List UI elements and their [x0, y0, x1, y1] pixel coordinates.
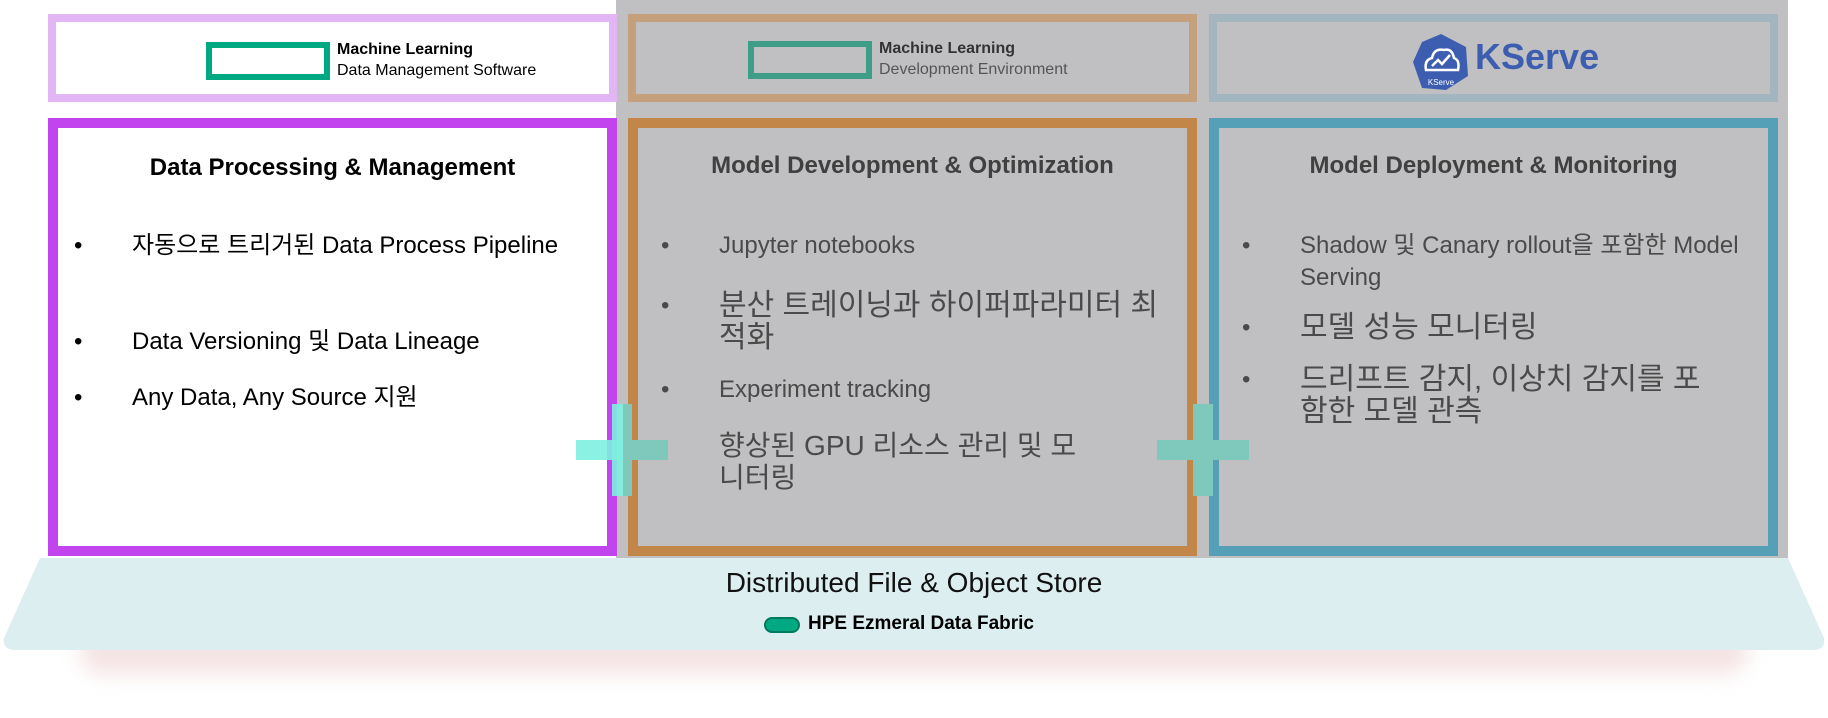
list-item: • 모델 성능 모니터링: [1242, 311, 1740, 344]
list-item: • Jupyter notebooks: [661, 230, 1159, 262]
kserve-logo-box: KServe KServe: [1209, 14, 1778, 102]
list-item: • Any Data, Any Source 지원: [74, 382, 572, 414]
list-item-text: 분산 트레이닝과 하이퍼파라미터 최적화: [719, 289, 1159, 354]
list-item: • 분산 트레이닝과 하이퍼파라미터 최적화: [661, 289, 1179, 354]
mldm-logo-box: Machine Learning Data Management Softwar…: [48, 14, 617, 102]
bullet-icon: •: [1242, 314, 1251, 341]
feature-list: • Shadow 및 Canary rollout을 포함한 Model Serv…: [1219, 128, 1768, 546]
plus-connector-icon: [1157, 404, 1249, 496]
panel-model-deployment: Model Deployment & Monitoring • Shadow 및 …: [1209, 118, 1778, 556]
hpe-ezmeral-icon: [764, 617, 800, 633]
bullet-icon: •: [1242, 366, 1251, 393]
list-item-text: 모델 성능 모니터링: [1300, 311, 1538, 344]
bullet-icon: •: [661, 376, 670, 403]
panel-data-processing: Data Processing & Management • 자동으로 트리거된 …: [48, 118, 617, 556]
bullet-icon: •: [74, 328, 83, 355]
bullet-icon: •: [74, 384, 83, 411]
kserve-logo-name: KServe: [1475, 36, 1600, 77]
kserve-cloud-icon: KServe: [1413, 34, 1468, 90]
mlde-logo-subtitle: Development Environment: [879, 61, 1068, 78]
list-item-text: Jupyter notebooks: [719, 232, 916, 259]
kserve-badge-text: KServe: [1428, 78, 1455, 87]
list-item-text: 향상된 GPU 리소스 관리 및 모니터링: [719, 430, 1077, 493]
list-item: • Shadow 및 Canary rollout을 포함한 Model Serv…: [1242, 230, 1750, 294]
bullet-icon: •: [661, 232, 670, 259]
list-item: • Experiment tracking: [661, 374, 1159, 406]
list-item-text: Shadow 및 Canary rollout을 포함한 Model Servi…: [1300, 232, 1739, 291]
mldm-logo-title: Machine Learning: [337, 41, 474, 58]
fabric-label: HPE Ezmeral Data Fabric: [808, 613, 1034, 634]
bullet-icon: •: [74, 232, 83, 259]
hpe-logo-icon: [748, 41, 872, 79]
panel-model-development: Model Development & Optimization • Jupyte…: [628, 118, 1197, 556]
mlde-logo-box: Machine Learning Development Environment: [628, 14, 1197, 102]
list-item: 향상된 GPU 리소스 관리 및 모니터링: [719, 430, 1099, 494]
list-item-text: Any Data, Any Source 지원: [132, 384, 418, 411]
list-item-text: 자동으로 트리거된 Data Process Pipeline: [132, 232, 559, 259]
feature-list: • Jupyter notebooks • 분산 트레이닝과 하이퍼파라미터 최적화…: [638, 128, 1187, 546]
mlde-logo-title: Machine Learning: [879, 40, 1016, 57]
bullet-icon: •: [661, 292, 670, 319]
list-item-text: Experiment tracking: [719, 376, 932, 403]
plus-connector-icon: [576, 404, 668, 496]
feature-list: • 자동으로 트리거된 Data Process Pipeline • Data V…: [58, 128, 607, 546]
mldm-logo-subtitle: Data Management Software: [337, 62, 537, 79]
list-item: • Data Versioning 및 Data Lineage: [74, 326, 572, 358]
bullet-icon: •: [1242, 232, 1251, 259]
hpe-logo-icon: [206, 42, 330, 80]
list-item: • 드리프트 감지, 이상치 감지를 포함한 모델 관측: [1242, 363, 1720, 428]
list-item-text: Data Versioning 및 Data Lineage: [132, 328, 480, 355]
list-item-text: 드리프트 감지, 이상치 감지를 포함한 모델 관측: [1300, 363, 1701, 428]
storage-title: Distributed File & Object Store: [725, 567, 1103, 598]
list-item: • 자동으로 트리거된 Data Process Pipeline: [74, 230, 572, 262]
